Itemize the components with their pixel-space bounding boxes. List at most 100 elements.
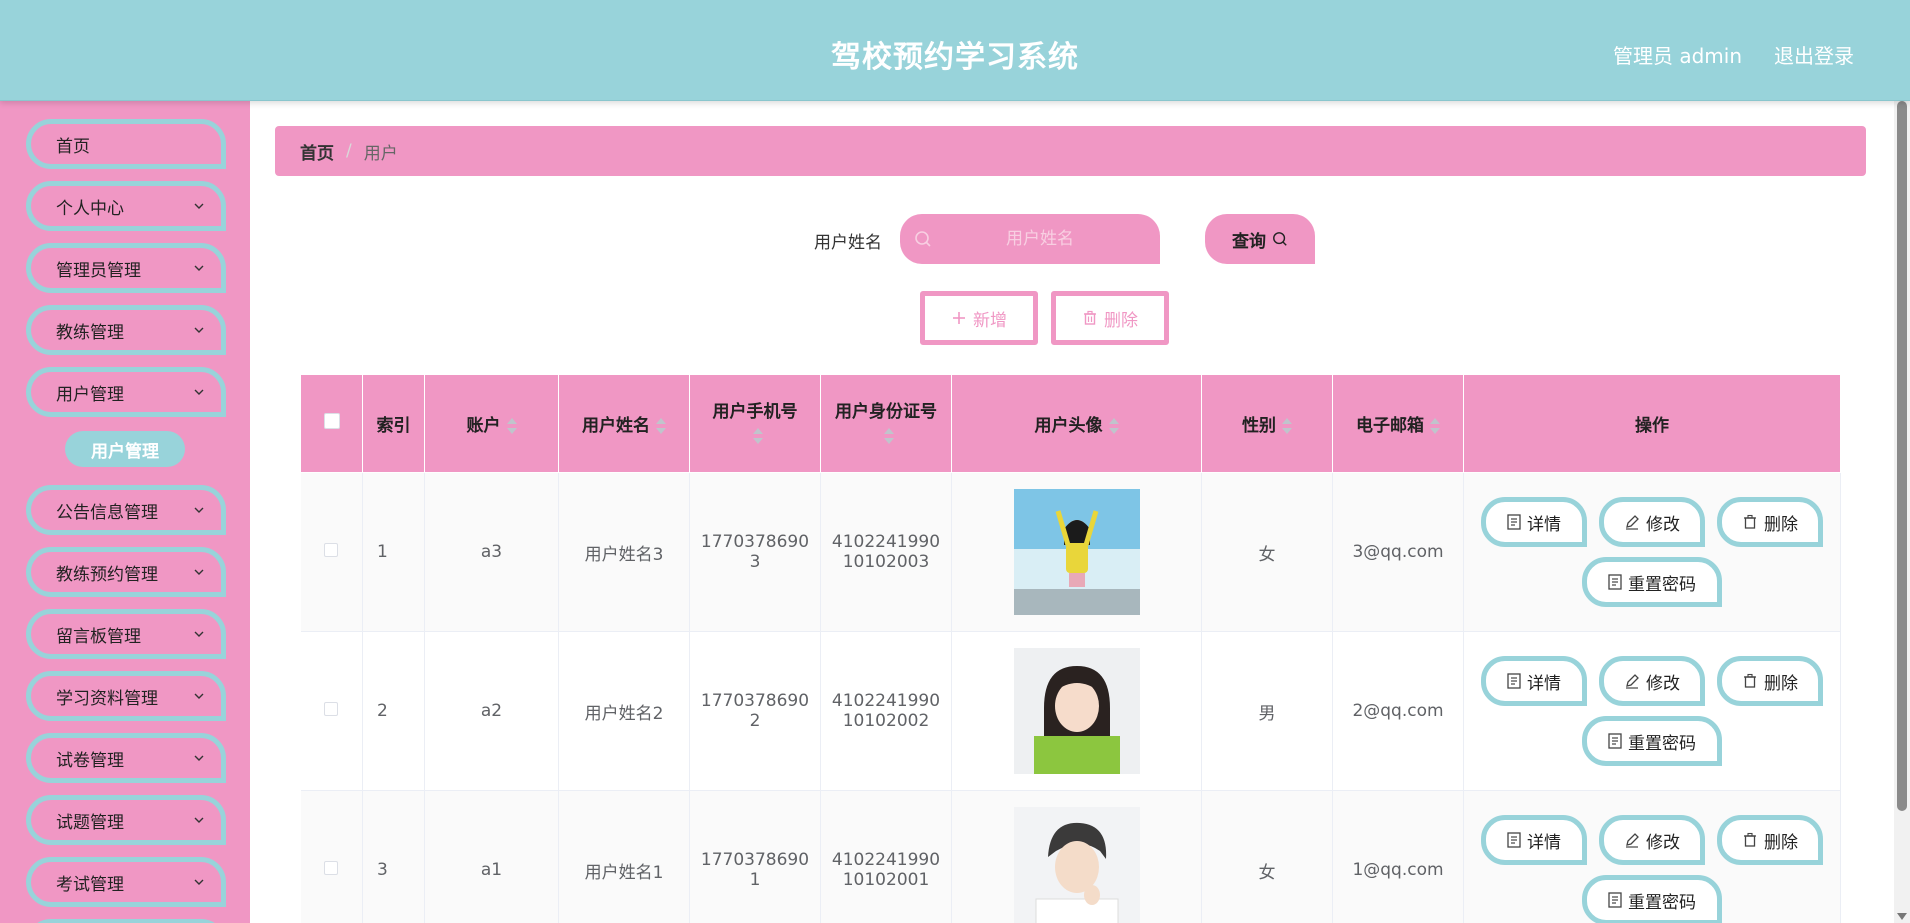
sort-icon[interactable]: [753, 427, 763, 444]
edit-button[interactable]: 修改: [1599, 656, 1705, 706]
row-select-cell: [300, 790, 363, 923]
header-label: 索引: [376, 416, 411, 436]
sidebar-item-paper-management[interactable]: 试卷管理: [26, 733, 226, 783]
cell-index: 3: [362, 790, 425, 923]
column-header-account[interactable]: 账户: [424, 374, 559, 473]
sidebar-item-coach-management[interactable]: 教练管理: [26, 305, 226, 355]
reset-password-button[interactable]: 重置密码: [1582, 875, 1722, 923]
header-label: 用户姓名: [582, 416, 650, 436]
column-header-avatar[interactable]: 用户头像: [951, 374, 1202, 473]
reset-password-button[interactable]: 重置密码: [1582, 557, 1722, 607]
delete-button[interactable]: 删除: [1717, 497, 1823, 547]
reset-password-button[interactable]: 重置密码: [1582, 716, 1722, 766]
scroll-down-arrow-icon[interactable]: [1897, 913, 1907, 920]
row-checkbox[interactable]: [324, 861, 339, 875]
delete-label: 删除: [1764, 673, 1798, 694]
trash-icon: [1744, 832, 1756, 847]
query-button-label: 查询: [1232, 231, 1266, 252]
detail-button[interactable]: 详情: [1481, 497, 1587, 547]
detail-button[interactable]: 详情: [1481, 656, 1587, 706]
column-header-name[interactable]: 用户姓名: [558, 374, 690, 473]
cell-phone: 1770378690 1: [689, 790, 821, 923]
scrollbar-thumb[interactable]: [1897, 101, 1907, 811]
edit-button[interactable]: 修改: [1599, 815, 1705, 865]
search-icon: [1273, 232, 1287, 246]
sidebar-item-label: 公告信息管理: [56, 502, 158, 523]
cell-email: 2@qq.com: [1332, 631, 1464, 791]
table-header-row: 索引 账户 用户姓名 用户手机号 用户身份证号 用户头像 性别 电子邮箱 操作: [300, 374, 1841, 473]
column-header-gender[interactable]: 性别: [1201, 374, 1333, 473]
cell-index: 1: [362, 472, 425, 632]
column-header-idcard[interactable]: 用户身份证号: [820, 374, 952, 473]
detail-button[interactable]: 详情: [1481, 815, 1587, 865]
sidebar-item-notice-management[interactable]: 公告信息管理: [26, 485, 226, 535]
current-user: 管理员 admin: [1612, 44, 1742, 68]
cell-text: 10102002: [842, 711, 930, 731]
column-header-phone[interactable]: 用户手机号: [689, 374, 821, 473]
header-label: 用户头像: [1034, 416, 1103, 436]
breadcrumb-separator: /: [346, 141, 352, 161]
edit-icon: [1626, 674, 1639, 689]
sidebar-item-admin-management[interactable]: 管理员管理: [26, 243, 226, 293]
search-input-wrapper[interactable]: [900, 214, 1160, 264]
page-scrollbar[interactable]: [1894, 101, 1910, 923]
sidebar-subitem-user-management[interactable]: 用户管理: [65, 431, 185, 467]
breadcrumb-home[interactable]: 首页: [300, 139, 334, 164]
sidebar-item-exam-management[interactable]: 考试管理: [26, 857, 226, 907]
sidebar-item-home[interactable]: 首页: [26, 119, 226, 169]
cell-text: 2: [749, 711, 761, 731]
sidebar-item-user-management[interactable]: 用户管理: [26, 367, 226, 417]
trash-icon: [1084, 310, 1096, 325]
sort-icon[interactable]: [884, 427, 894, 444]
add-button[interactable]: 新增: [920, 291, 1038, 345]
batch-delete-button[interactable]: 删除: [1051, 291, 1169, 345]
search-input[interactable]: [940, 214, 1140, 264]
batch-delete-button-label: 删除: [1104, 310, 1138, 331]
avatar-image: [1013, 807, 1140, 923]
query-button[interactable]: 查询: [1205, 214, 1315, 264]
sidebar-item-label: 个人中心: [56, 198, 124, 219]
cell-gender: 男: [1201, 631, 1333, 791]
cell-name: 用户姓名3: [558, 472, 690, 632]
cell-ops: 详情 修改 删除 重置密码: [1463, 472, 1841, 632]
sidebar-item-more[interactable]: [26, 919, 226, 923]
select-all-checkbox[interactable]: [323, 413, 340, 429]
sort-icon[interactable]: [1282, 418, 1292, 434]
sidebar-item-question-management[interactable]: 试题管理: [26, 795, 226, 845]
column-header-index: 索引: [362, 374, 425, 473]
cell-text: 1: [749, 870, 761, 890]
search-label: 用户姓名: [814, 233, 882, 253]
chevron-down-icon: [194, 817, 204, 823]
row-checkbox[interactable]: [324, 702, 339, 716]
edit-button[interactable]: 修改: [1599, 497, 1705, 547]
cell-text: 1770378690: [700, 691, 810, 711]
sidebar-item-label: 管理员管理: [56, 260, 141, 281]
select-all-cell: [300, 374, 363, 473]
cell-email: 1@qq.com: [1332, 790, 1464, 923]
delete-button[interactable]: 删除: [1717, 656, 1823, 706]
column-header-email[interactable]: 电子邮箱: [1332, 374, 1464, 473]
detail-label: 详情: [1527, 832, 1561, 853]
document-icon: [1507, 514, 1521, 530]
edit-label: 修改: [1646, 673, 1680, 694]
sort-icon[interactable]: [506, 418, 517, 434]
header-label: 电子邮箱: [1356, 416, 1424, 436]
cell-idcard: 4102241990 10102002: [820, 631, 952, 791]
breadcrumb: 首页 / 用户: [275, 126, 1866, 176]
breadcrumb-current: 用户: [363, 143, 398, 164]
sort-icon[interactable]: [1430, 418, 1440, 434]
sort-icon[interactable]: [1108, 418, 1119, 434]
sort-icon[interactable]: [656, 418, 666, 434]
sidebar-item-message-board[interactable]: 留言板管理: [26, 609, 226, 659]
sidebar-item-study-materials[interactable]: 学习资料管理: [26, 671, 226, 721]
sidebar-item-personal-center[interactable]: 个人中心: [26, 181, 226, 231]
sidebar-item-coach-booking[interactable]: 教练预约管理: [26, 547, 226, 597]
logout-link[interactable]: 退出登录: [1774, 40, 1854, 69]
header-label: 性别: [1242, 416, 1276, 436]
trash-icon: [1744, 514, 1756, 529]
cell-email: 3@qq.com: [1332, 472, 1464, 632]
sidebar: 首页 个人中心 管理员管理 教练管理 用户管理 用户管理 公告信息管理 教练预约…: [0, 101, 250, 923]
delete-button[interactable]: 删除: [1717, 815, 1823, 865]
row-checkbox[interactable]: [324, 543, 339, 557]
cell-name: 用户姓名2: [558, 631, 690, 791]
